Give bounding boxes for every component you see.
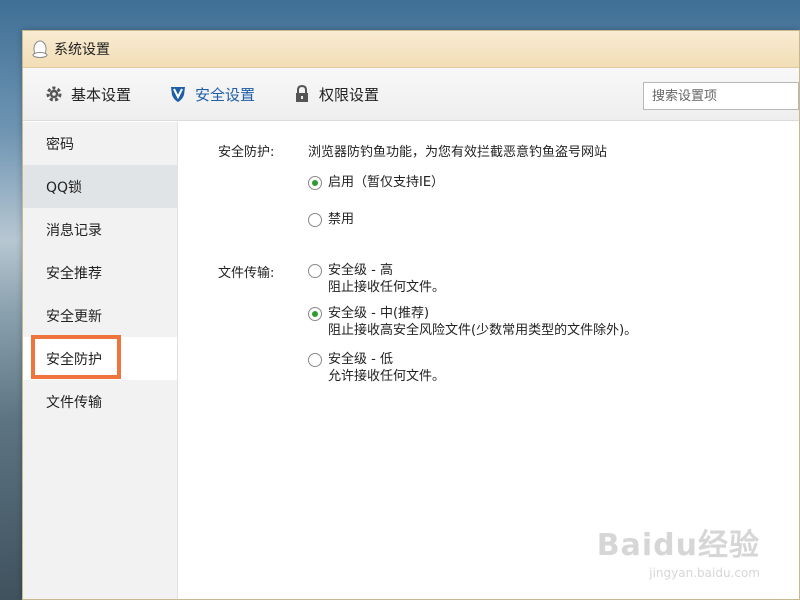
- security-protection-description: 浏览器防钓鱼功能，为您有效拦截恶意钓鱼盗号网站: [308, 145, 608, 160]
- search-settings-input[interactable]: [643, 82, 799, 110]
- tab-security-settings[interactable]: 安全设置: [167, 83, 255, 105]
- sidebar-item-file-transfer[interactable]: 文件传输: [23, 380, 177, 423]
- tab-permission-settings[interactable]: 权限设置: [291, 83, 379, 105]
- sidebar-item-security-update[interactable]: 安全更新: [23, 294, 177, 337]
- gear-icon: [43, 83, 65, 105]
- radio-enable-protection[interactable]: 启用（暂仅支持IE）: [308, 174, 444, 191]
- baidu-watermark: Baidu经验 jingyan.baidu.com: [597, 520, 760, 580]
- file-transfer-label: 文件传输:: [218, 266, 275, 281]
- radio-security-low[interactable]: 安全级 - 低 允许接收任何文件。: [308, 351, 445, 385]
- radio-button[interactable]: [308, 264, 322, 278]
- radio-security-medium[interactable]: 安全级 - 中(推荐) 阻止接收高安全风险文件(少数常用类型的文件除外)。: [308, 305, 637, 339]
- radio-label: 安全级 - 中(推荐): [328, 306, 430, 321]
- settings-sidebar: 密码 QQ锁 消息记录 安全推荐 安全更新 安全防护 文件传输: [23, 122, 178, 599]
- radio-button[interactable]: [308, 307, 322, 321]
- tab-label: 基本设置: [71, 85, 132, 104]
- radio-description: 阻止接收任何文件。: [328, 280, 446, 295]
- radio-label: 启用（暂仅支持IE）: [328, 175, 445, 190]
- tab-basic-settings[interactable]: 基本设置: [43, 83, 131, 105]
- title-bar: 系统设置: [23, 31, 799, 68]
- security-protection-row: 安全防护: 浏览器防钓鱼功能，为您有效拦截恶意钓鱼盗号网站: [218, 141, 607, 160]
- shield-icon: [167, 83, 189, 105]
- sidebar-item-qq-lock[interactable]: QQ锁: [23, 165, 177, 208]
- radio-label: 禁用: [328, 212, 355, 227]
- lock-icon: [291, 83, 313, 105]
- radio-description: 阻止接收高安全风险文件(少数常用类型的文件除外)。: [328, 323, 638, 338]
- file-transfer-row: 文件传输:: [218, 262, 308, 281]
- radio-button[interactable]: [308, 176, 322, 190]
- sidebar-item-security-protection[interactable]: 安全防护: [23, 337, 177, 380]
- security-protection-label: 安全防护:: [218, 145, 275, 160]
- watermark-url: jingyan.baidu.com: [649, 566, 760, 580]
- tab-label: 安全设置: [195, 85, 256, 104]
- watermark-brand: Baidu经验: [596, 528, 760, 563]
- window-title: 系统设置: [54, 42, 110, 58]
- radio-button[interactable]: [308, 213, 322, 227]
- radio-label: 安全级 - 高: [328, 263, 393, 278]
- radio-disable-protection[interactable]: 禁用: [308, 211, 354, 228]
- tab-label: 权限设置: [319, 85, 380, 104]
- radio-description: 允许接收任何文件。: [328, 369, 446, 384]
- settings-window: 系统设置 基本设置 安全设置 权限设置 搜索设置项 密码 QQ锁 消息记录 安全…: [22, 30, 800, 600]
- sidebar-item-password[interactable]: 密码: [23, 122, 177, 165]
- settings-toolbar: 基本设置 安全设置 权限设置: [23, 68, 799, 121]
- qq-penguin-icon: [32, 40, 48, 58]
- sidebar-item-message-history[interactable]: 消息记录: [23, 208, 177, 251]
- radio-security-high[interactable]: 安全级 - 高 阻止接收任何文件。: [308, 262, 445, 296]
- radio-button[interactable]: [308, 353, 322, 367]
- sidebar-item-security-recommend[interactable]: 安全推荐: [23, 251, 177, 294]
- radio-label: 安全级 - 低: [328, 352, 393, 367]
